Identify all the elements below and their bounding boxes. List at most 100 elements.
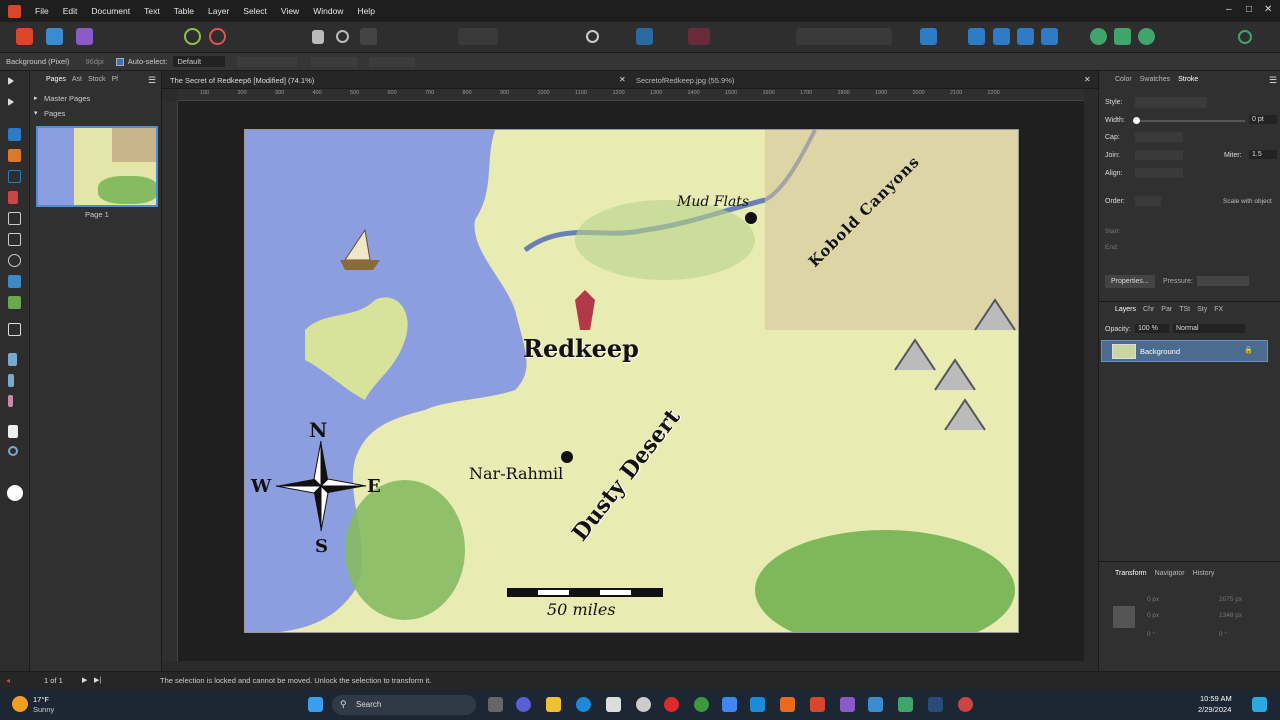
width-slider-handle[interactable] [1133, 117, 1140, 124]
scale-with-object-label[interactable]: Scale with object [1223, 198, 1272, 205]
close-button[interactable]: ✕ [1264, 4, 1272, 15]
assistant-icon[interactable] [1114, 28, 1131, 45]
alien-app-icon[interactable] [636, 697, 651, 712]
chrome-icon[interactable] [694, 697, 709, 712]
snapping-icon[interactable] [1090, 28, 1107, 45]
rectangle-tool-icon[interactable] [8, 212, 21, 225]
menu-view[interactable]: View [281, 6, 299, 16]
maximize-button[interactable]: □ [1246, 4, 1252, 15]
account-icon[interactable] [1238, 30, 1252, 44]
move-tool-icon[interactable] [8, 77, 14, 85]
tab-fx[interactable]: FX [1214, 306, 1223, 313]
flip-horizontal-icon[interactable] [968, 28, 985, 45]
autoselect-checkbox[interactable] [115, 57, 124, 66]
text-frame-icon[interactable] [636, 28, 653, 45]
arrange-front-icon[interactable] [1017, 28, 1034, 45]
tab-history[interactable]: History [1193, 570, 1215, 577]
transform-w[interactable]: 2075 px [1219, 596, 1242, 603]
menu-file[interactable]: File [35, 6, 49, 16]
app-shield-icon[interactable] [898, 697, 913, 712]
ellipse-tool-icon[interactable] [8, 254, 21, 267]
obs-icon[interactable] [958, 697, 973, 712]
autoselect-dropdown[interactable]: Default [173, 56, 226, 67]
align-stroke-buttons[interactable] [1135, 168, 1183, 178]
affinity-publisher-taskbar-icon[interactable] [810, 697, 825, 712]
transparency-tool-icon[interactable] [8, 374, 14, 387]
notification-icon[interactable] [1252, 697, 1267, 712]
transform-y[interactable]: 0 px [1147, 612, 1159, 619]
join-buttons[interactable] [1135, 150, 1183, 160]
menu-window[interactable]: Window [313, 6, 343, 16]
tab-stock[interactable]: Stock [88, 76, 106, 83]
resources-icon[interactable] [209, 28, 226, 45]
order-buttons[interactable] [1135, 196, 1161, 206]
align-icon[interactable] [920, 28, 937, 45]
page-icon[interactable] [312, 30, 324, 44]
pages-label[interactable]: Pages [44, 109, 65, 118]
opacity-input[interactable]: 100 % [1135, 324, 1169, 333]
tab-navigator[interactable]: Navigator [1155, 570, 1185, 577]
distribute-mode-icons[interactable] [369, 56, 416, 67]
windows-start-icon[interactable] [308, 697, 323, 712]
tab-character[interactable]: Chr [1143, 306, 1154, 313]
anchor-point-icon[interactable] [1113, 606, 1135, 628]
menu-select[interactable]: Select [243, 6, 267, 16]
file-explorer-icon[interactable] [546, 697, 561, 712]
menu-edit[interactable]: Edit [63, 6, 78, 16]
tab-swatches[interactable]: Swatches [1140, 76, 1170, 83]
next-page-icon[interactable]: ▶ [82, 676, 87, 684]
master-pages-label[interactable]: Master Pages [44, 94, 90, 103]
tab-color[interactable]: Color [1115, 76, 1132, 83]
designer-persona-icon[interactable] [46, 28, 63, 45]
speech-bubble-icon[interactable] [586, 30, 599, 43]
picture-frame-tool-icon[interactable] [8, 233, 21, 246]
menu-help[interactable]: Help [357, 6, 374, 16]
panel-menu-icon[interactable]: ☰ [1269, 75, 1277, 86]
photo-persona-icon[interactable] [76, 28, 93, 45]
tab-document-1[interactable]: The Secret of Redkeep6 [Modified] (74.1%… [170, 76, 314, 85]
weather-icon[interactable] [12, 696, 28, 712]
align-mode-icons[interactable] [311, 56, 358, 67]
menu-document[interactable]: Document [91, 6, 130, 16]
tab-stroke[interactable]: Stroke [1178, 76, 1198, 83]
affinity-designer-taskbar-icon[interactable] [868, 697, 883, 712]
affinity-photo-taskbar-icon[interactable] [840, 697, 855, 712]
width-slider[interactable] [1135, 120, 1245, 122]
menu-layer[interactable]: Layer [208, 6, 229, 16]
pressure-curve[interactable] [1197, 276, 1249, 286]
last-page-icon[interactable]: ▶| [94, 676, 101, 684]
chevron-right-icon[interactable]: ▸ [34, 94, 38, 102]
map-image[interactable]: Redkeep Mud Flats Kobold Canyons Nar-Rah… [244, 129, 1019, 633]
table-tool-icon[interactable] [8, 149, 21, 162]
panel-menu-icon[interactable]: ☰ [148, 75, 156, 86]
tab-assets[interactable]: Ast [72, 76, 82, 83]
hand-tool-icon[interactable] [8, 425, 18, 438]
fill-color-swatch[interactable] [7, 485, 23, 501]
preflight-icon[interactable] [184, 28, 201, 45]
app-logo-icon[interactable] [8, 4, 21, 18]
tab-document-2[interactable]: SecretofRedkeep.jpg (55.9%) [636, 76, 734, 85]
gradient-tool-icon[interactable] [8, 296, 21, 309]
color-picker-icon[interactable] [688, 28, 710, 45]
steam-icon[interactable] [928, 697, 943, 712]
store-icon[interactable] [606, 697, 621, 712]
transform-r[interactable]: 0 ° [1147, 631, 1155, 638]
menu-table[interactable]: Table [174, 6, 194, 16]
transform-h[interactable]: 1348 px [1219, 612, 1242, 619]
lock-icon[interactable]: 🔒 [1244, 346, 1253, 354]
app-b-icon[interactable] [750, 697, 765, 712]
page-thumbnail[interactable] [36, 126, 158, 207]
color-picker-tool-icon[interactable] [8, 395, 13, 407]
fill-tool-icon[interactable] [8, 353, 17, 366]
close-tab-2-icon[interactable]: ✕ [1084, 75, 1091, 84]
menu-text[interactable]: Text [144, 6, 160, 16]
calendar-icon[interactable] [722, 697, 737, 712]
search-box[interactable]: ⚲ Search [332, 695, 476, 715]
frame-text-tool-icon[interactable] [8, 128, 21, 141]
tab-layers[interactable]: Layers [1115, 306, 1136, 313]
tab-transform[interactable]: Transform [1115, 570, 1147, 577]
transform-x[interactable]: 0 px [1147, 596, 1159, 603]
circle-icon[interactable] [336, 30, 349, 43]
tab-paragraph[interactable]: Par [1161, 306, 1172, 313]
close-tab-1-icon[interactable]: ✕ [619, 75, 626, 84]
